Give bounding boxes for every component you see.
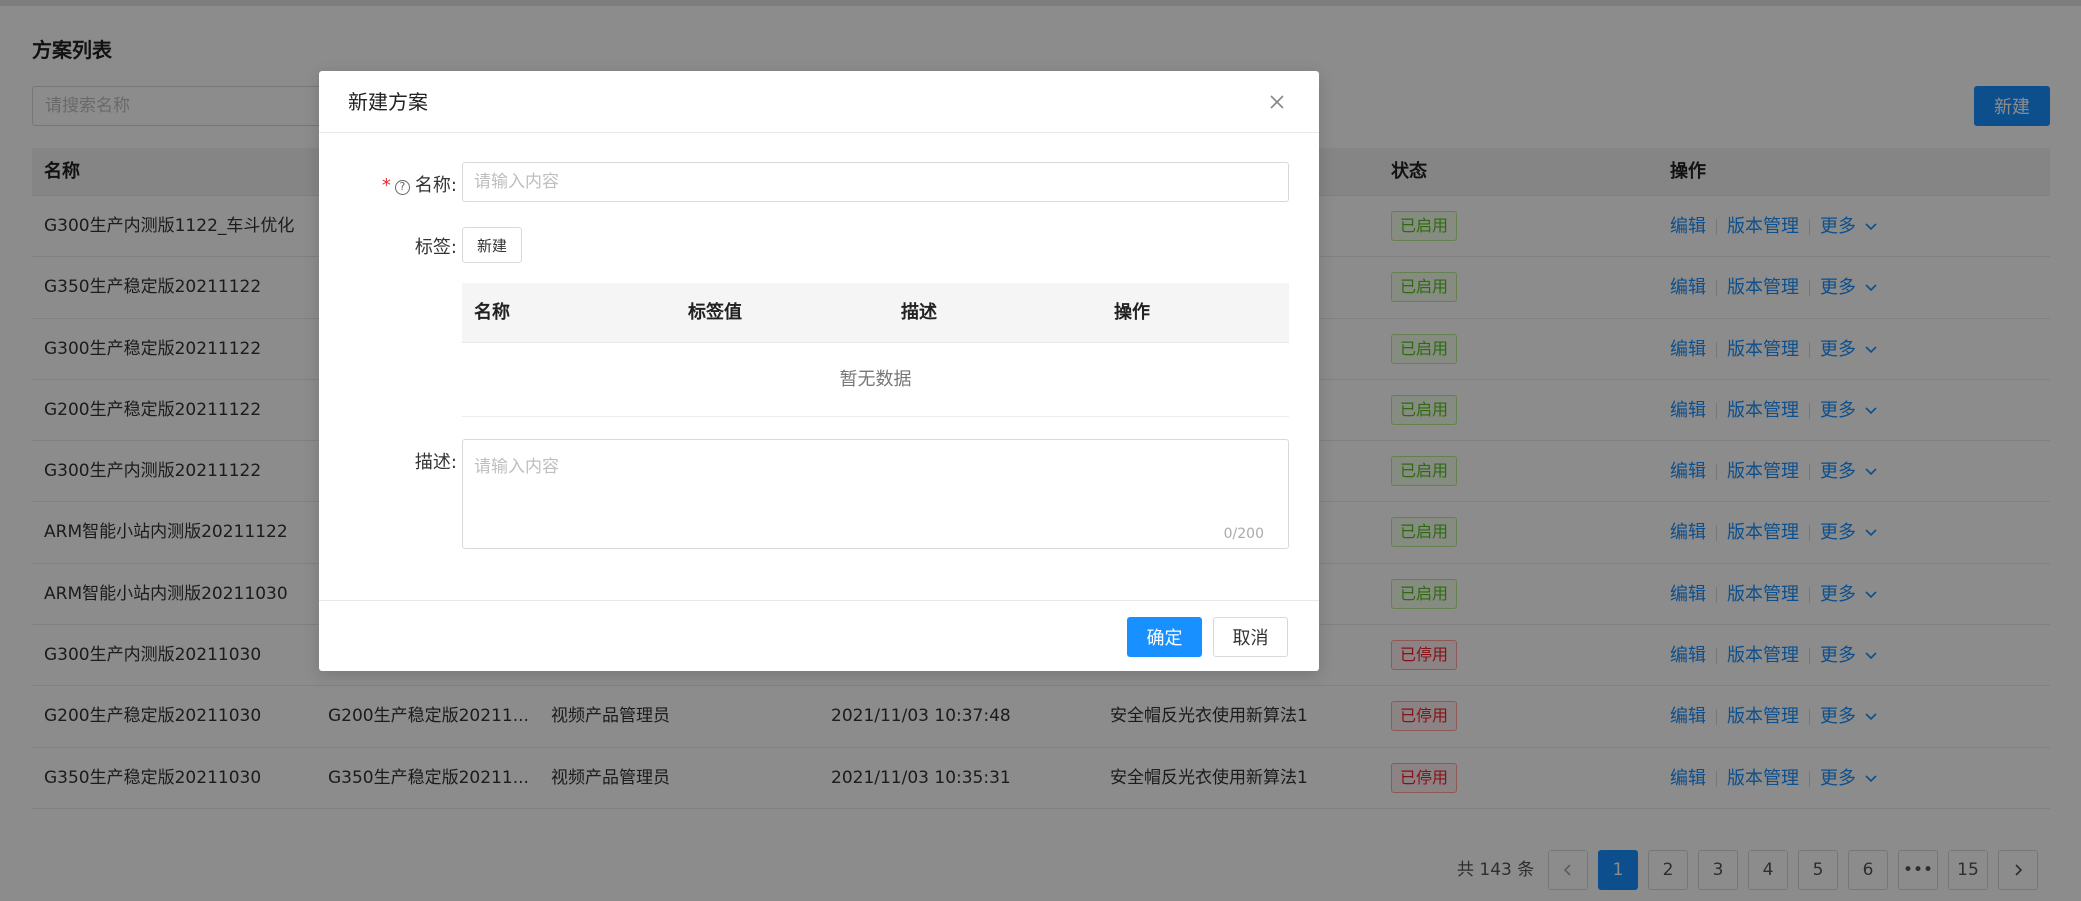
tags-table-header: 名称 标签值 描述 操作 (462, 283, 1289, 343)
tags-label: 标签: (414, 237, 457, 258)
new-plan-modal: 新建方案 *?名称: 标签: 新建 名称 标签值 描述 操作 暂无数据 描述: … (319, 71, 1319, 671)
close-icon[interactable] (1265, 90, 1289, 114)
tags-column-value: 标签值 (688, 302, 742, 323)
tags-column-desc: 描述 (901, 302, 937, 323)
name-input[interactable] (462, 162, 1289, 202)
tags-column-actions: 操作 (1114, 302, 1150, 323)
name-label: *? 名称: (381, 175, 457, 196)
tags-empty-state: 暂无数据 (462, 343, 1289, 417)
desc-label: 描述: (414, 452, 457, 473)
tags-column-name: 名称 (474, 302, 510, 323)
description-counter: 0/200 (1223, 526, 1264, 542)
description-textarea[interactable] (462, 439, 1289, 549)
add-tag-button[interactable]: 新建 (462, 227, 522, 263)
modal-title: 新建方案 (348, 90, 428, 114)
tags-table: 名称 标签值 描述 操作 暂无数据 (462, 283, 1289, 417)
confirm-button[interactable]: 确定 (1127, 617, 1202, 657)
help-icon[interactable]: ? (394, 180, 410, 195)
cancel-button[interactable]: 取消 (1213, 617, 1288, 657)
modal-header: 新建方案 (319, 71, 1319, 133)
required-mark: * (381, 175, 391, 196)
page: 方案列表 新建 名称 状态 操作 G300生产内测版1122_车斗优化已启用编辑… (0, 0, 2081, 901)
modal-footer: 确定 取消 (319, 600, 1319, 671)
